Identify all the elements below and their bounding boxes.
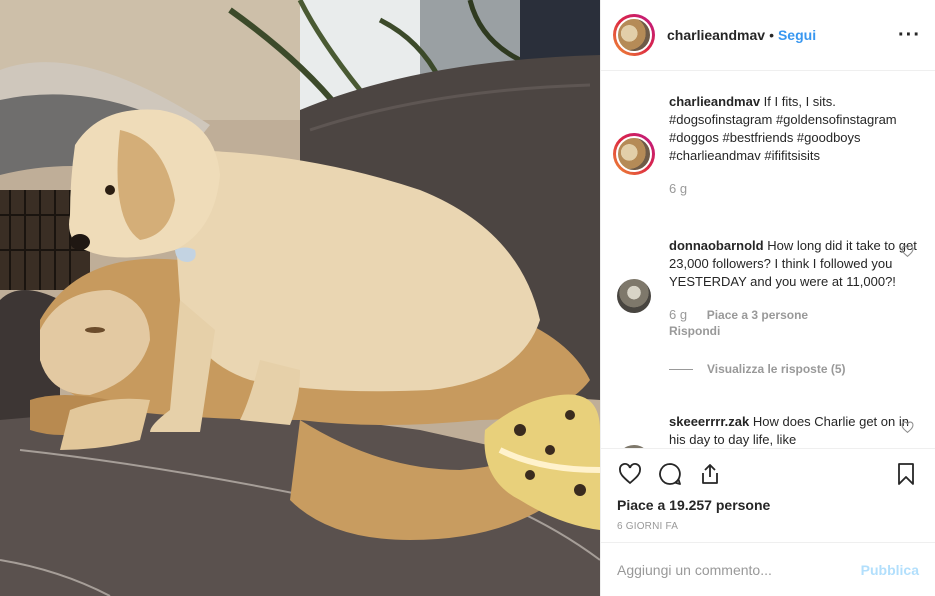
- comment-username[interactable]: skeeerrrr.zak: [669, 414, 749, 429]
- caption-avatar-image: [616, 136, 652, 172]
- view-replies-button[interactable]: Visualizza le risposte (5): [669, 362, 921, 376]
- add-comment-bar: Pubblica: [601, 542, 935, 596]
- bookmark-icon[interactable]: [893, 461, 919, 487]
- commenter-avatar[interactable]: [617, 279, 651, 313]
- author-avatar-image: [616, 17, 652, 53]
- author-username[interactable]: charlieandmav: [667, 27, 765, 43]
- more-horizontal-icon[interactable]: ···: [898, 24, 921, 47]
- caption: charlieandmav If I fits, I sits. #dogsof…: [613, 93, 921, 196]
- caption-avatar[interactable]: [613, 133, 655, 175]
- view-replies-label: Visualizza le risposte (5): [707, 362, 846, 376]
- replies-divider-line: [669, 368, 693, 370]
- post-actions: Piace a 19.257 persone 6 GIORNI FA: [601, 448, 935, 542]
- post-time[interactable]: 6 GIORNI FA: [617, 521, 919, 532]
- caption-username[interactable]: charlieandmav: [669, 94, 760, 109]
- comment-meta: 6 g Piace a 3 persone: [669, 307, 921, 322]
- follow-button[interactable]: Segui: [778, 27, 816, 43]
- comment-text-block: donnaobarnold How long did it take to ge…: [669, 237, 921, 291]
- publish-button[interactable]: Pubblica: [861, 562, 919, 578]
- comment-time: 6 g: [669, 307, 688, 322]
- heart-icon[interactable]: [617, 461, 643, 487]
- comment-like-icon[interactable]: [901, 421, 915, 435]
- comment-item: donnaobarnold How long did it take to ge…: [613, 237, 921, 376]
- comments-list[interactable]: charlieandmav If I fits, I sits. #dogsof…: [601, 71, 935, 448]
- comment-icon[interactable]: [657, 461, 683, 487]
- post-photo[interactable]: [0, 0, 600, 596]
- post-header: charlieandmav • Segui ···: [601, 0, 935, 71]
- caption-time: 6 g: [669, 181, 688, 196]
- post-image: [0, 0, 600, 596]
- separator-dot: •: [769, 27, 774, 43]
- comment-like-icon[interactable]: [901, 245, 915, 259]
- comment-item: skeeerrrr.zak How does Charlie get on in…: [613, 413, 921, 448]
- reply-button[interactable]: Rispondi: [669, 324, 921, 338]
- comment-username[interactable]: donnaobarnold: [669, 238, 764, 253]
- comment-input[interactable]: [617, 561, 861, 578]
- comment-text-block: skeeerrrr.zak How does Charlie get on in…: [669, 413, 921, 448]
- caption-meta: 6 g: [669, 181, 921, 196]
- comment-likes[interactable]: Piace a 3 persone: [707, 308, 808, 322]
- caption-text-block: charlieandmav If I fits, I sits. #dogsof…: [669, 93, 921, 165]
- author-avatar[interactable]: [613, 14, 655, 56]
- share-icon[interactable]: [697, 461, 723, 487]
- likes-count[interactable]: Piace a 19.257 persone: [617, 497, 919, 513]
- post-panel: charlieandmav • Segui ··· charlieandmav …: [600, 0, 935, 596]
- action-icons: [617, 461, 919, 487]
